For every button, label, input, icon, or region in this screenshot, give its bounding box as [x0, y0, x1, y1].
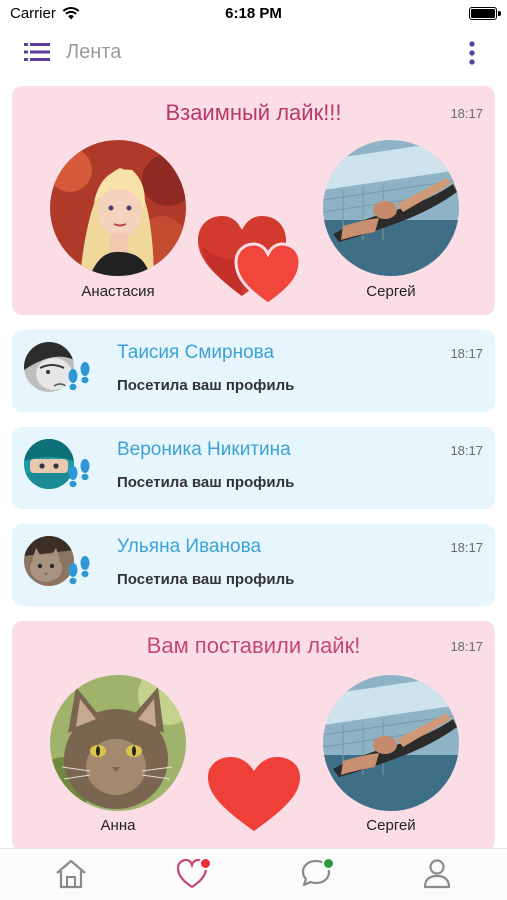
footprints-icon: [68, 459, 90, 488]
visitor-name[interactable]: Таисия Смирнова: [117, 342, 274, 364]
avatar-sergey[interactable]: [323, 675, 459, 811]
battery-level: [471, 9, 495, 18]
avatar-name-right: Сергей: [366, 283, 416, 300]
battery-icon: [469, 7, 501, 20]
avatar-name-left: Анна: [100, 817, 136, 834]
visit-card[interactable]: Таисия Смирнова Посетила ваш профиль 18:…: [12, 330, 495, 412]
notification-badge: [199, 857, 212, 870]
avatar-name-left: Анастасия: [81, 283, 155, 300]
like-card[interactable]: Вам поставили лайк! 18:17 Анна Сергей: [12, 621, 495, 851]
visitor-name[interactable]: Вероника Никитина: [117, 439, 291, 461]
avatar-name-right: Сергей: [366, 817, 416, 834]
mutual-like-card[interactable]: Взаимный лайк!!! 18:17 Анастасия Сергей: [12, 86, 495, 315]
header: Лента: [0, 30, 507, 76]
tab-messages[interactable]: [299, 857, 335, 891]
mutual-like-title: Взаимный лайк!!!: [165, 100, 342, 125]
visit-card[interactable]: Ульяна Иванова Посетила ваш профиль 18:1…: [12, 524, 495, 606]
list-menu-icon: [24, 43, 50, 61]
visitor-name[interactable]: Ульяна Иванова: [117, 536, 261, 558]
tab-profile[interactable]: [419, 857, 455, 891]
footprints-icon: [68, 362, 90, 391]
more-options-button[interactable]: [467, 40, 477, 66]
like-title: Вам поставили лайк!: [146, 633, 361, 658]
visit-action: Посетила ваш профиль: [117, 377, 295, 394]
home-icon: [56, 859, 86, 889]
visit-time: 18:17: [450, 540, 483, 555]
tab-bar: [0, 848, 507, 900]
double-heart-icon: [198, 216, 302, 304]
heart-icon: [208, 757, 300, 831]
page-title: Лента: [66, 41, 122, 63]
visit-action: Посетила ваш профиль: [117, 474, 295, 491]
menu-button[interactable]: [24, 42, 50, 62]
avatar-anna[interactable]: [50, 675, 186, 811]
status-time: 6:18 PM: [225, 5, 282, 22]
status-bar: Carrier 6:18 PM: [0, 0, 507, 30]
visit-time: 18:17: [450, 346, 483, 361]
tab-home[interactable]: [53, 857, 89, 891]
more-vertical-icon: [469, 41, 475, 65]
visit-action: Посетила ваш профиль: [117, 571, 295, 588]
visit-card[interactable]: Вероника Никитина Посетила ваш профиль 1…: [12, 427, 495, 509]
footprints-icon: [68, 556, 90, 585]
mutual-like-time: 18:17: [450, 106, 483, 121]
notification-badge: [322, 857, 335, 870]
visit-time: 18:17: [450, 443, 483, 458]
tab-likes[interactable]: [176, 857, 212, 891]
avatar-sergey[interactable]: [323, 140, 459, 276]
profile-icon: [423, 859, 451, 889]
avatar-anastasia[interactable]: [50, 140, 186, 276]
like-time: 18:17: [450, 639, 483, 654]
